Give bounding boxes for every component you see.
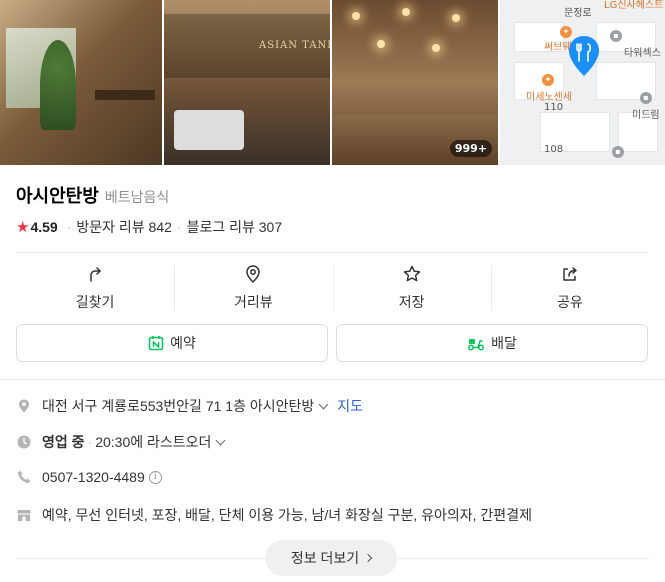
address-text[interactable]: 대전 서구 계룡로553번안길 71 1층 아시안탄방 xyxy=(42,396,314,416)
naver-booking-icon xyxy=(148,336,164,351)
photo-count-badge: 999+ xyxy=(449,140,492,157)
street-view-label: 거리뷰 xyxy=(234,294,273,310)
street-view-button[interactable]: 거리뷰 xyxy=(174,259,332,317)
map-building-poi-icon: ▪ xyxy=(612,146,624,158)
map-thumbnail[interactable]: 문정로 LG신사헤스트 ✦ 써브웨 ▪ 타워섹스 ✦ 미세노센세 ▪ 미드림 1… xyxy=(500,0,665,165)
restaurant-photo-interior[interactable] xyxy=(0,0,162,165)
last-order-text[interactable]: 20:30에 라스트오더 xyxy=(95,432,211,452)
map-food-poi-icon: ✦ xyxy=(542,74,554,86)
star-icon: ★ xyxy=(16,219,30,236)
map-poi-label: 타워섹스 xyxy=(624,48,661,59)
location-pin-icon xyxy=(19,399,29,413)
action-bar: 길찾기 거리뷰 저장 공유 xyxy=(16,259,649,317)
business-status: 영업 중 xyxy=(42,434,85,450)
rating-value: 4.59 xyxy=(30,219,58,235)
star-outline-icon xyxy=(403,265,420,282)
chevron-down-icon[interactable] xyxy=(215,435,226,445)
clock-icon xyxy=(17,435,31,449)
map-building-poi-icon: ▪ xyxy=(610,30,622,42)
save-label: 저장 xyxy=(398,294,425,310)
section-divider xyxy=(0,379,665,380)
amenities-text: 예약, 무선 인터넷, 포장, 배달, 단체 이용 가능, 남/녀 화장실 구분… xyxy=(42,507,532,523)
map-poi-label: LG신사헤스트 xyxy=(604,0,664,11)
share-button[interactable]: 공유 xyxy=(490,259,649,317)
more-info-label: 정보 더보기 xyxy=(290,550,360,566)
phone-row: 0507-1320-4489 i xyxy=(16,469,162,485)
phone-number[interactable]: 0507-1320-4489 xyxy=(42,469,145,485)
directions-button[interactable]: 길찾기 xyxy=(16,259,174,317)
address-row: 대전 서구 계룡로553번안길 71 1층 아시안탄방 지도 xyxy=(16,396,363,416)
phone-icon xyxy=(18,470,31,483)
save-button[interactable]: 저장 xyxy=(332,259,491,317)
chevron-right-icon xyxy=(363,553,373,563)
map-link[interactable]: 지도 xyxy=(337,396,363,416)
share-label: 공유 xyxy=(556,294,583,310)
more-info-button[interactable]: 정보 더보기 xyxy=(265,540,397,576)
map-lot-number: 108 xyxy=(544,144,564,155)
amenities-row: 예약, 무선 인터넷, 포장, 배달, 단체 이용 가능, 남/녀 화장실 구분… xyxy=(16,505,532,525)
place-name: 아시안탄방 xyxy=(16,186,99,206)
directions-label: 길찾기 xyxy=(75,294,115,310)
blog-reviews-link[interactable]: 블로그 리뷰 307 xyxy=(187,217,283,237)
reserve-button[interactable]: 예약 xyxy=(16,324,328,362)
photo-strip: ASIAN TANB 999+ 문정로 LG신사헤스트 ✦ 써브웨 ▪ 타워섹스… xyxy=(0,0,665,165)
storefront-sign: ASIAN TANB xyxy=(259,40,330,51)
delivery-button[interactable]: 배달 xyxy=(336,324,648,362)
directions-icon xyxy=(90,267,101,282)
map-road-label: 문정로 xyxy=(564,8,592,19)
hours-row: 영업 중 · 20:30에 라스트오더 xyxy=(16,432,228,452)
rating-row: ★ 4.59 · 방문자 리뷰 842 · 블로그 리뷰 307 xyxy=(16,217,282,237)
info-icon[interactable]: i xyxy=(148,470,162,484)
map-poi-label: 미드림 xyxy=(632,110,660,121)
separator-dot: · xyxy=(176,219,182,235)
separator-dot: · xyxy=(87,434,93,450)
share-icon xyxy=(563,267,577,281)
place-category: 베트남음식 xyxy=(104,189,170,205)
divider xyxy=(16,252,649,253)
map-poi-label: 미세노센세 xyxy=(526,92,572,103)
chevron-down-icon[interactable] xyxy=(318,399,329,409)
restaurant-photo-exterior[interactable]: ASIAN TANB xyxy=(164,0,330,165)
restaurant-photo-dining[interactable]: 999+ xyxy=(332,0,498,165)
delivery-label: 배달 xyxy=(491,335,517,351)
street-view-pin-icon xyxy=(246,265,261,284)
separator-dot: · xyxy=(66,219,72,235)
map-location-pin-icon xyxy=(569,36,599,76)
map-lot-number: 110 xyxy=(544,102,564,113)
delivery-scooter-icon xyxy=(468,339,485,351)
reserve-label: 예약 xyxy=(170,335,196,351)
map-building-poi-icon: ▪ xyxy=(640,92,652,104)
visitor-reviews-link[interactable]: 방문자 리뷰 842 xyxy=(76,217,172,237)
place-header: 아시안탄방 베트남음식 xyxy=(16,182,169,208)
store-icon xyxy=(17,510,31,521)
